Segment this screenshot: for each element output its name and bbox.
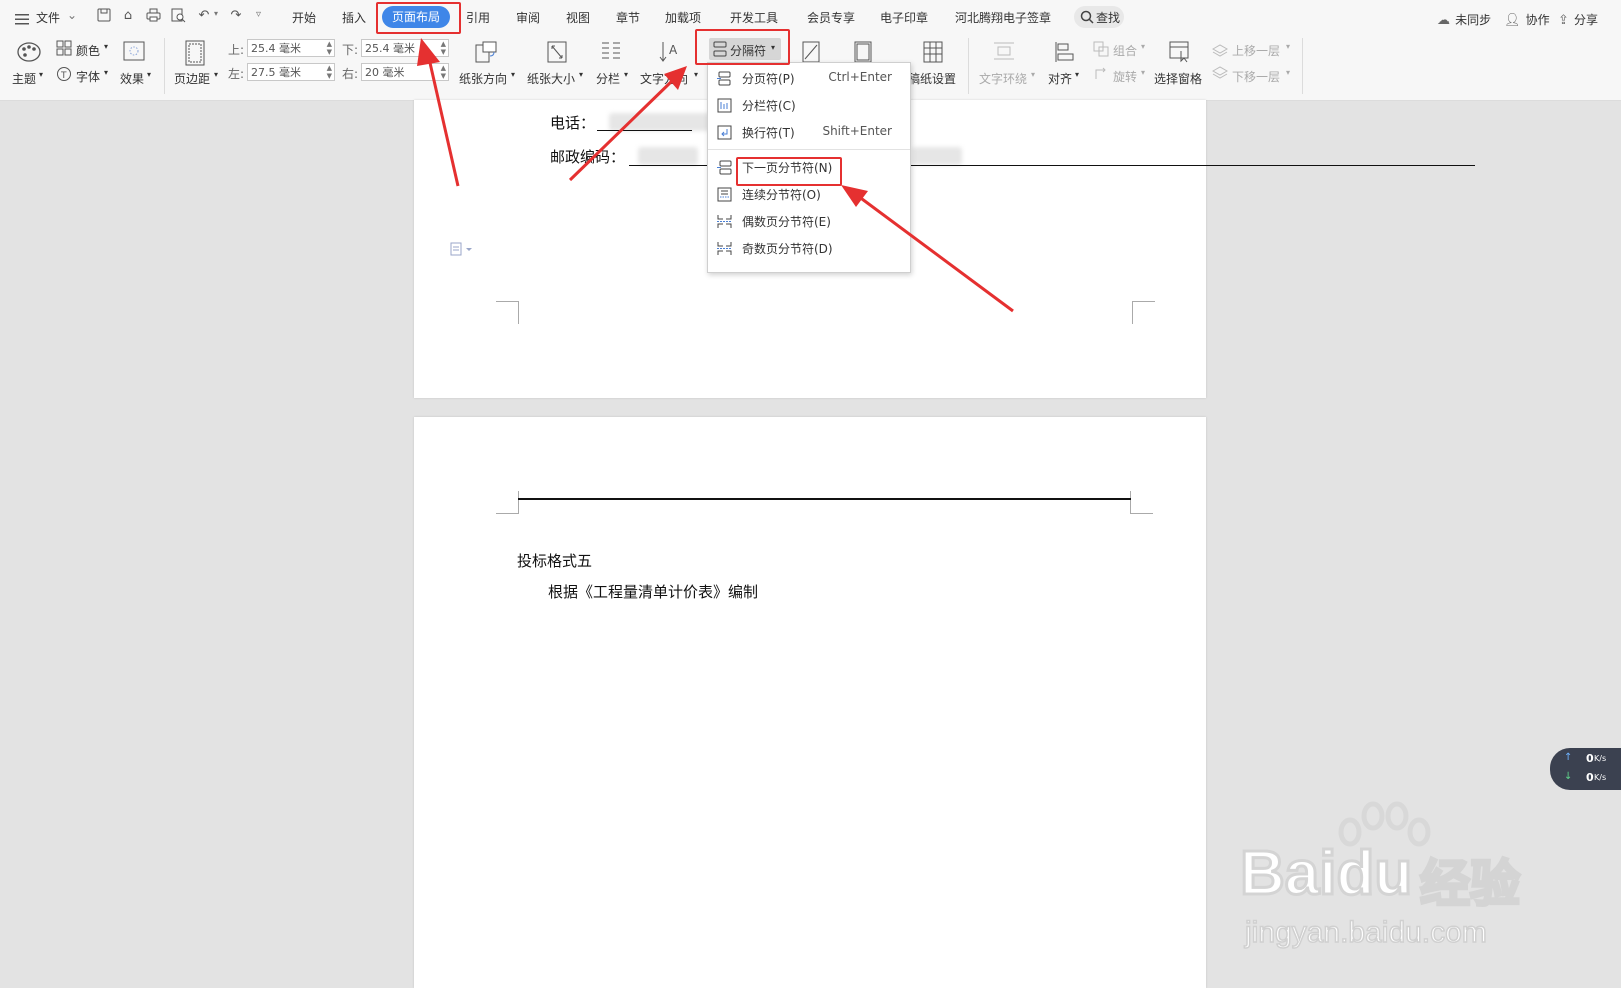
- annotation-arrows: [417, 38, 1014, 313]
- upload-arrow-icon: ↑: [1564, 752, 1573, 763]
- download-arrow-icon: ↓: [1564, 771, 1573, 782]
- download-speed: 0: [1586, 771, 1594, 784]
- download-speed-unit: K/s: [1594, 773, 1607, 782]
- upload-speed: 0: [1586, 752, 1594, 765]
- network-speed-widget[interactable]: ↑ 0 K/s ↓ 0 K/s: [1550, 748, 1621, 790]
- upload-speed-unit: K/s: [1594, 754, 1607, 763]
